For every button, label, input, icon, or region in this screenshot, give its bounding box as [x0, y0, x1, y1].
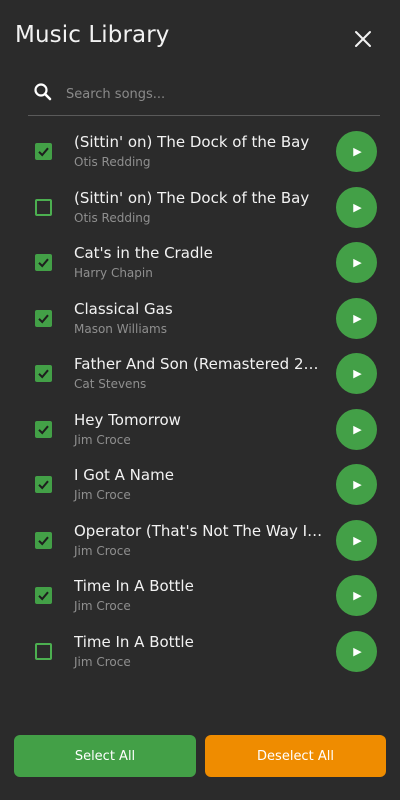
song-artist: Jim Croce: [74, 654, 131, 669]
song-checkbox[interactable]: [35, 531, 52, 549]
song-checkbox[interactable]: [35, 198, 52, 216]
play-button[interactable]: ▶: [336, 519, 377, 561]
list-item: Operator (That's Not The Way It Fe... Jim…: [0, 513, 400, 569]
play-button[interactable]: ▶: [336, 131, 377, 172]
list-item: (Sittin' on) The Dock of the Bay Otis Red…: [0, 124, 400, 180]
play-icon: ▶: [353, 533, 362, 547]
play-button[interactable]: ▶: [336, 353, 377, 394]
song-artist: Jim Croce: [74, 488, 131, 502]
play-icon: ▶: [353, 200, 362, 214]
song-title: Operator (That's Not The Way It Fe...: [74, 521, 324, 540]
play-icon: ▶: [353, 422, 362, 436]
song-title: Father And Son (Remastered 2020): [74, 355, 324, 373]
song-checkbox[interactable]: [35, 587, 52, 604]
play-icon: ▶: [353, 644, 362, 658]
list-item: Hey Tomorrow Jim Croce ▶: [0, 402, 400, 458]
checkmark-icon: [38, 591, 49, 601]
song-title: Time In A Bottle: [74, 632, 194, 651]
list-item: Cat's in the Cradle Harry Chapin ▶: [0, 235, 400, 291]
song-checkbox[interactable]: [35, 254, 52, 271]
song-checkbox[interactable]: [35, 642, 52, 660]
play-icon: ▶: [353, 145, 362, 158]
play-icon: ▶: [353, 478, 362, 491]
checkmark-icon: [38, 425, 49, 434]
song-title: I Got A Name: [74, 466, 174, 484]
play-button[interactable]: ▶: [336, 186, 377, 228]
list-item: Time In A Bottle Jim Croce ▶: [0, 568, 400, 624]
select-all-button[interactable]: Select All: [14, 735, 196, 777]
song-title: Time In A Bottle: [74, 577, 194, 595]
song-artist: Mason Williams: [74, 321, 167, 336]
song-artist: Cat Stevens: [74, 377, 147, 391]
song-title: Cat's in the Cradle: [74, 244, 213, 262]
list-item: Classical Gas Mason Williams ▶: [0, 291, 400, 347]
checkmark-icon: [38, 147, 49, 157]
checkmark-icon: [38, 314, 49, 323]
page-title: Music Library: [15, 22, 170, 48]
search-icon: [34, 83, 52, 101]
deselect-all-button[interactable]: Deselect All: [205, 735, 386, 777]
list-item: Father And Son (Remastered 2020) Cat Stev…: [0, 346, 400, 402]
checkmark-icon: [38, 258, 49, 268]
play-button[interactable]: ▶: [336, 297, 377, 339]
song-checkbox[interactable]: [35, 309, 52, 327]
play-button[interactable]: ▶: [336, 464, 377, 505]
close-icon: [355, 31, 371, 47]
play-icon: ▶: [353, 256, 362, 269]
list-item: Time In A Bottle Jim Croce ▶: [0, 624, 400, 680]
play-button[interactable]: ▶: [336, 242, 377, 283]
search-input[interactable]: [64, 79, 378, 109]
song-checkbox[interactable]: [35, 143, 52, 160]
song-checkbox[interactable]: [35, 420, 52, 438]
checkmark-icon: [38, 536, 49, 545]
play-icon: ▶: [353, 589, 362, 602]
list-item: (Sittin' on) The Dock of the Bay Otis Red…: [0, 180, 400, 236]
song-title: Hey Tomorrow: [74, 410, 181, 429]
play-button[interactable]: ▶: [336, 575, 377, 616]
song-checkbox[interactable]: [35, 476, 52, 493]
song-checkbox[interactable]: [35, 365, 52, 382]
music-library-panel: Music Library (Sittin' on) The Dock of t…: [0, 0, 400, 800]
header: Music Library: [0, 0, 400, 78]
checkmark-icon: [38, 369, 49, 379]
song-artist: Harry Chapin: [74, 266, 153, 280]
song-artist: Otis Redding: [74, 210, 151, 225]
song-artist: Jim Croce: [74, 432, 131, 447]
play-icon: ▶: [353, 367, 362, 380]
song-title: Classical Gas: [74, 299, 173, 318]
list-item: I Got A Name Jim Croce ▶: [0, 457, 400, 513]
play-button[interactable]: ▶: [336, 630, 377, 672]
song-list: (Sittin' on) The Dock of the Bay Otis Red…: [0, 124, 400, 679]
song-artist: Jim Croce: [74, 599, 131, 613]
song-title: (Sittin' on) The Dock of the Bay: [74, 133, 310, 151]
play-button[interactable]: ▶: [336, 408, 377, 450]
song-title: (Sittin' on) The Dock of the Bay: [74, 188, 310, 207]
close-button[interactable]: [350, 26, 376, 52]
search-bar: [28, 73, 380, 116]
song-artist: Jim Croce: [74, 543, 131, 558]
play-icon: ▶: [353, 311, 362, 325]
song-artist: Otis Redding: [74, 155, 151, 169]
checkmark-icon: [38, 480, 49, 490]
